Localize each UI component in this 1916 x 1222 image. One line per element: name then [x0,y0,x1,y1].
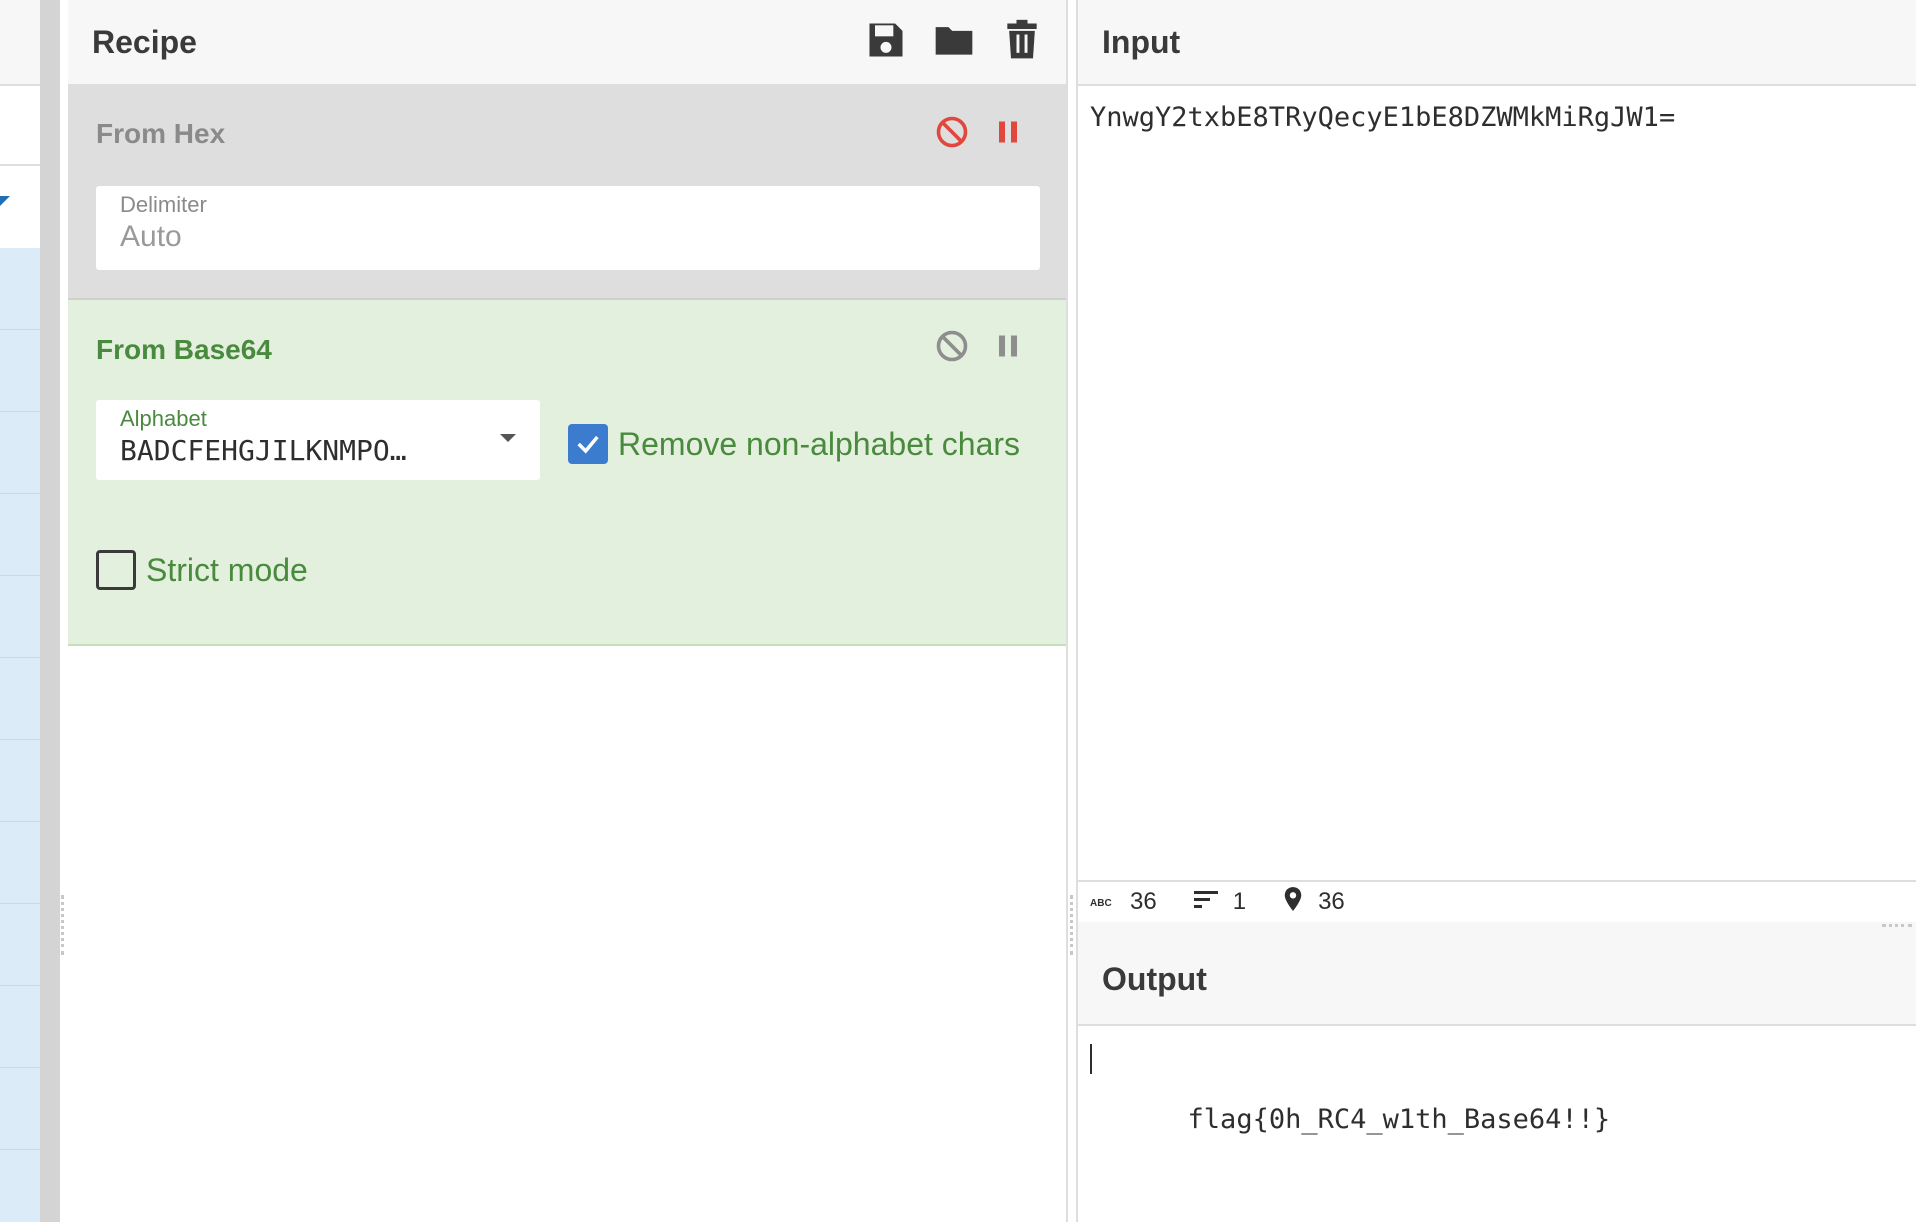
operations-list [0,248,40,1222]
output-header: Output [1078,934,1916,1026]
operation-controls [934,114,1026,150]
list-item[interactable] [0,658,40,740]
pause-icon[interactable] [990,114,1026,150]
scrollbar[interactable] [40,0,60,1222]
list-item[interactable] [0,1150,40,1222]
resize-grip[interactable] [61,895,65,955]
io-area: Input YnwgY2txbE8TRyQecyE1bE8DZWMkMiRgJW… [1076,0,1916,1222]
folder-icon[interactable] [932,18,976,62]
abc-icon: ABC [1090,888,1116,916]
input-title: Input [1102,23,1181,60]
save-icon[interactable] [864,18,908,62]
operation-from-base64[interactable]: From Base64 Alphabet BADCFEHGJILKNMPO… R… [68,300,1066,646]
list-item[interactable] [0,822,40,904]
input-header: Input [1078,0,1916,86]
panel-resizer-left[interactable] [40,0,68,1222]
delimiter-field[interactable]: Delimiter Auto [96,186,1040,270]
list-item[interactable] [0,904,40,986]
disable-icon[interactable] [934,114,970,150]
list-item[interactable] [0,986,40,1068]
operations-panel [0,0,40,1222]
line-count: 1 [1232,888,1247,915]
trash-icon[interactable] [1000,18,1044,62]
list-item[interactable] [0,494,40,576]
char-count: 36 [1130,888,1157,915]
check-icon [577,435,599,454]
remove-non-alphabet-checkbox[interactable]: Remove non-alphabet chars [568,424,1020,464]
input-status-bar: ABC 36 1 36 [1078,880,1916,922]
list-item[interactable] [0,330,40,412]
list-item[interactable] [0,576,40,658]
resize-grip[interactable] [1070,895,1074,955]
operation-title: From Base64 [96,334,272,365]
list-item[interactable] [0,412,40,494]
alphabet-select[interactable]: Alphabet BADCFEHGJILKNMPO… [96,400,540,480]
input-textarea[interactable]: YnwgY2txbE8TRyQecyE1bE8DZWMkMiRgJW1= [1078,86,1916,149]
category-favourites[interactable] [0,166,40,248]
operation-title: From Hex [96,118,226,149]
operations-search[interactable] [0,88,40,166]
text-cursor [1090,1044,1092,1074]
caret-icon [0,196,10,206]
output-text: flag{0h_RC4_w1th_Base64!!} [1187,1104,1611,1135]
output-title: Output [1102,960,1207,997]
recipe-panel: Recipe From Hex Delimiter Auto From Base… [68,0,1068,1222]
operation-controls [934,328,1026,364]
output-textarea[interactable]: flag{0h_RC4_w1th_Base64!!} [1078,1026,1916,1182]
delimiter-label: Delimiter [120,192,207,217]
svg-text:ABC: ABC [1090,898,1112,909]
strict-mode-checkbox[interactable]: Strict mode [96,550,308,590]
alphabet-label: Alphabet [120,406,207,431]
recipe-toolbar [864,18,1044,62]
list-item[interactable] [0,740,40,822]
panel-resizer-center[interactable] [1068,0,1076,1222]
lines-icon [1193,888,1219,917]
checkbox-checked[interactable] [568,424,608,464]
alphabet-value[interactable]: BADCFEHGJILKNMPO… [120,434,450,467]
list-item[interactable] [0,1068,40,1150]
list-item[interactable] [0,248,40,330]
location-pin-icon [1282,886,1304,919]
operation-from-hex[interactable]: From Hex Delimiter Auto [68,86,1066,300]
checkbox-unchecked[interactable] [96,550,136,590]
chevron-down-icon[interactable] [500,434,516,442]
remove-non-alphabet-label: Remove non-alphabet chars [618,425,1021,462]
resize-grip[interactable] [1882,924,1912,928]
cursor-position: 36 [1318,888,1345,915]
input-panel: Input YnwgY2txbE8TRyQecyE1bE8DZWMkMiRgJW… [1078,0,1916,922]
io-resizer[interactable] [1078,922,1916,934]
pause-icon[interactable] [990,328,1026,364]
operations-header [0,0,40,86]
output-panel: Output flag{0h_RC4_w1th_Base64!!} [1078,934,1916,1222]
strict-mode-label: Strict mode [146,551,308,588]
disable-icon[interactable] [934,328,970,364]
delimiter-value[interactable]: Auto [120,220,1016,254]
recipe-title: Recipe [92,23,197,60]
